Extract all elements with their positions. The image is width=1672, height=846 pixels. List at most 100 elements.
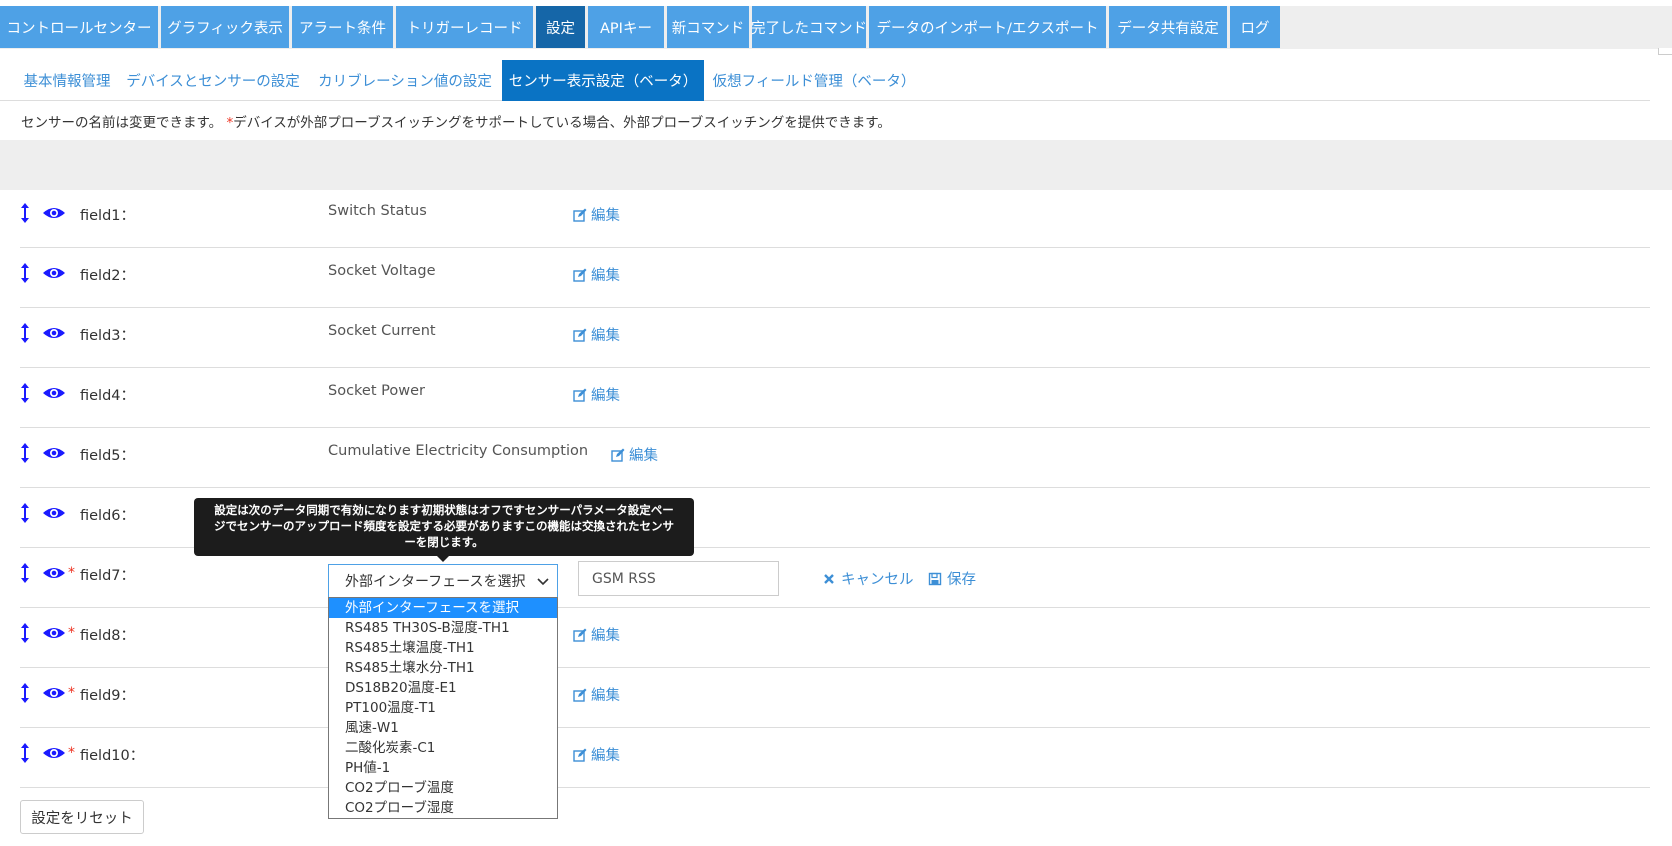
move-vertical-icon[interactable] bbox=[20, 322, 30, 344]
field-sensor-name: Cumulative Electricity Consumption bbox=[328, 443, 589, 459]
dropdown-option[interactable]: PT100温度-T1 bbox=[329, 698, 557, 718]
edit-button[interactable]: 編集 bbox=[611, 444, 658, 465]
eye-icon[interactable] bbox=[42, 446, 66, 460]
edit-label: 編集 bbox=[591, 268, 620, 284]
tab-api-keys[interactable]: APIキー bbox=[588, 6, 664, 48]
tab-alert-conditions[interactable]: アラート条件 bbox=[292, 6, 393, 48]
nav-edge-divider bbox=[1658, 48, 1672, 55]
field-name: field5： bbox=[80, 448, 136, 464]
move-vertical-icon[interactable] bbox=[20, 202, 30, 224]
cancel-label: キャンセル bbox=[841, 572, 914, 588]
edit-icon bbox=[573, 688, 587, 702]
edit-button[interactable]: 編集 bbox=[573, 264, 620, 285]
toolbar-spacer bbox=[0, 140, 1672, 190]
dropdown-option[interactable]: PH値-1 bbox=[329, 758, 557, 778]
cancel-button[interactable]: キャンセル bbox=[822, 568, 914, 589]
tab-data-import-export[interactable]: データのインポート/エクスポート bbox=[869, 6, 1106, 48]
edit-button[interactable]: 編集 bbox=[573, 324, 620, 345]
eye-icon[interactable] bbox=[42, 686, 66, 700]
required-star: * bbox=[68, 745, 75, 761]
field-sensor-name: Socket Power bbox=[328, 383, 425, 399]
edit-icon bbox=[573, 628, 587, 642]
tab-completed-commands[interactable]: 完了したコマンド bbox=[751, 6, 867, 48]
edit-icon bbox=[573, 748, 587, 762]
external-interface-select[interactable]: 外部インターフェースを選択 bbox=[328, 564, 558, 598]
probe-switch-tooltip: 設定は次のデータ同期で有効になります初期状態はオフですセンサーパラメータ設定ペー… bbox=[194, 498, 694, 562]
tab-trigger-records[interactable]: トリガーレコード bbox=[396, 6, 533, 48]
eye-icon[interactable] bbox=[42, 386, 66, 400]
edit-label: 編集 bbox=[591, 328, 620, 344]
tab-graphic-display[interactable]: グラフィック表示 bbox=[161, 6, 289, 48]
edit-icon bbox=[573, 328, 587, 342]
move-vertical-icon[interactable] bbox=[20, 742, 30, 764]
eye-icon[interactable] bbox=[42, 566, 66, 580]
required-star: * bbox=[68, 685, 75, 701]
subtab-virtual-fields[interactable]: 仮想フィールド管理（ベータ） bbox=[712, 60, 916, 101]
edit-label: 編集 bbox=[591, 748, 620, 764]
dropdown-option[interactable]: 外部インターフェースを選択 bbox=[329, 598, 557, 618]
field-row: field3： Socket Current 編集 bbox=[20, 308, 1650, 368]
eye-icon[interactable] bbox=[42, 506, 66, 520]
field-name: field4： bbox=[80, 388, 136, 404]
dropdown-option[interactable]: DS18B20温度-E1 bbox=[329, 678, 557, 698]
dropdown-option[interactable]: RS485土壌温度-TH1 bbox=[329, 638, 557, 658]
dropdown-option[interactable]: 風速-W1 bbox=[329, 718, 557, 738]
field-row: * field9： 編集 bbox=[20, 668, 1650, 728]
edit-button[interactable]: 編集 bbox=[573, 204, 620, 225]
edit-label: 編集 bbox=[591, 388, 620, 404]
tab-settings[interactable]: 設定 bbox=[536, 6, 585, 48]
close-icon bbox=[824, 573, 834, 584]
dropdown-option[interactable]: CO2プローブ湿度 bbox=[329, 798, 557, 818]
dropdown-option[interactable]: RS485土壌水分-TH1 bbox=[329, 658, 557, 678]
eye-icon[interactable] bbox=[42, 626, 66, 640]
edit-button[interactable]: 編集 bbox=[573, 684, 620, 705]
dropdown-option[interactable]: CO2プローブ温度 bbox=[329, 778, 557, 798]
move-vertical-icon[interactable] bbox=[20, 262, 30, 284]
edit-icon bbox=[573, 388, 587, 402]
tooltip-arrow bbox=[437, 556, 449, 562]
settings-notice: センサーの名前は変更できます。 *デバイスが外部プローブスイッチングをサポートし… bbox=[21, 111, 891, 131]
field-sensor-name: Socket Voltage bbox=[328, 263, 436, 279]
field-name: field8： bbox=[80, 628, 136, 644]
edit-icon bbox=[573, 208, 587, 222]
field-row: field1： Switch Status 編集 bbox=[20, 188, 1650, 248]
save-icon bbox=[928, 572, 942, 585]
move-vertical-icon[interactable] bbox=[20, 682, 30, 704]
eye-icon[interactable] bbox=[42, 746, 66, 760]
subtab-basic-info[interactable]: 基本情報管理 bbox=[8, 60, 126, 101]
move-vertical-icon[interactable] bbox=[20, 622, 30, 644]
subtab-calibration-values[interactable]: カリブレーション値の設定 bbox=[310, 60, 500, 101]
dropdown-option[interactable]: RS485 TH30S-B湿度-TH1 bbox=[329, 618, 557, 638]
edit-icon bbox=[573, 268, 587, 282]
field-name: field7： bbox=[80, 568, 136, 584]
dropdown-option[interactable]: 二酸化炭素-C1 bbox=[329, 738, 557, 758]
required-star: * bbox=[68, 565, 75, 581]
eye-icon[interactable] bbox=[42, 326, 66, 340]
eye-icon[interactable] bbox=[42, 266, 66, 280]
edit-button[interactable]: 編集 bbox=[573, 744, 620, 765]
move-vertical-icon[interactable] bbox=[20, 502, 30, 524]
move-vertical-icon[interactable] bbox=[20, 562, 30, 584]
field-row: field2： Socket Voltage 編集 bbox=[20, 248, 1650, 308]
field-name: field10： bbox=[80, 748, 145, 764]
save-button[interactable]: 保存 bbox=[928, 568, 976, 589]
edit-button[interactable]: 編集 bbox=[573, 624, 620, 645]
edit-label: 編集 bbox=[591, 688, 620, 704]
notice-probe-text: デバイスが外部プローブスイッチングをサポートしている場合、外部プローブスイッチン… bbox=[233, 115, 891, 131]
subtab-sensor-display-settings[interactable]: センサー表示設定（ベータ） bbox=[502, 60, 704, 101]
move-vertical-icon[interactable] bbox=[20, 442, 30, 464]
edit-button[interactable]: 編集 bbox=[573, 384, 620, 405]
subtab-device-sensor-settings[interactable]: デバイスとセンサーの設定 bbox=[126, 60, 300, 101]
select-current-value: 外部インターフェースを選択 bbox=[345, 574, 526, 590]
tab-control-center[interactable]: コントロールセンター bbox=[0, 6, 158, 48]
field-row: * field8： 編集 bbox=[20, 608, 1650, 668]
move-vertical-icon[interactable] bbox=[20, 382, 30, 404]
required-star: * bbox=[68, 625, 75, 641]
tab-data-sharing[interactable]: データ共有設定 bbox=[1109, 6, 1227, 48]
reset-settings-button[interactable]: 設定をリセット bbox=[20, 800, 144, 834]
sensor-name-input[interactable]: GSM RSS bbox=[578, 561, 779, 596]
tab-new-command[interactable]: 新コマンド bbox=[667, 6, 749, 48]
tab-logs[interactable]: ログ bbox=[1230, 6, 1280, 48]
edit-icon bbox=[611, 448, 625, 462]
eye-icon[interactable] bbox=[42, 206, 66, 220]
